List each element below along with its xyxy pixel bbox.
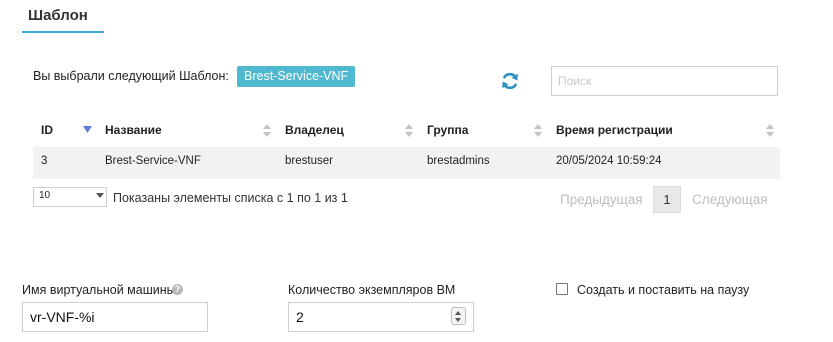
table-cell-owner: brestuser: [285, 155, 333, 167]
column-header-name[interactable]: Название: [105, 123, 162, 137]
hold-checkbox-label[interactable]: Создать и поставить на паузу: [577, 283, 749, 297]
hold-checkbox[interactable]: [556, 283, 568, 295]
tab-template[interactable]: Шаблон: [28, 7, 88, 24]
pagination-page-current[interactable]: 1: [653, 186, 681, 213]
question-circle-icon[interactable]: ?: [172, 284, 183, 295]
vm-name-label: Имя виртуальной машины: [22, 283, 176, 297]
vm-name-input[interactable]: [22, 302, 208, 332]
table-cell-id: 3: [41, 155, 48, 167]
pagination-info: Показаны элементы списка с 1 по 1 из 1: [113, 191, 348, 205]
sort-icon[interactable]: [263, 124, 271, 137]
sort-desc-active-icon[interactable]: [83, 126, 92, 134]
tab-active-underline: [22, 31, 104, 33]
table-cell-name: Brest-Service-VNF: [105, 155, 201, 167]
column-header-group[interactable]: Группа: [427, 123, 468, 137]
stepper-up-icon[interactable]: [455, 311, 461, 315]
quantity-stepper[interactable]: [451, 307, 466, 325]
selection-label: Вы выбрали следующий Шаблон:: [33, 69, 229, 83]
instances-input[interactable]: [288, 302, 474, 332]
table-cell-group: brestadmins: [427, 155, 490, 167]
instances-label: Количество экземпляров ВМ: [288, 283, 456, 297]
pagination-previous[interactable]: Предыдущая: [560, 192, 643, 207]
column-header-id[interactable]: ID: [41, 123, 53, 137]
selected-template-badge: Brest-Service-VNF: [237, 66, 356, 87]
column-header-registration-time[interactable]: Время регистрации: [556, 123, 673, 137]
sort-icon[interactable]: [534, 124, 542, 137]
chevron-down-icon: [96, 193, 104, 198]
refresh-icon[interactable]: [500, 71, 520, 91]
sort-icon[interactable]: [405, 124, 413, 137]
stepper-down-icon[interactable]: [455, 318, 461, 322]
table-cell-registration-time: 20/05/2024 10:59:24: [556, 155, 662, 167]
sort-icon[interactable]: [766, 124, 774, 137]
search-input[interactable]: [551, 66, 778, 96]
pagination-next[interactable]: Следующая: [692, 192, 768, 207]
column-header-owner[interactable]: Владелец: [285, 123, 344, 137]
